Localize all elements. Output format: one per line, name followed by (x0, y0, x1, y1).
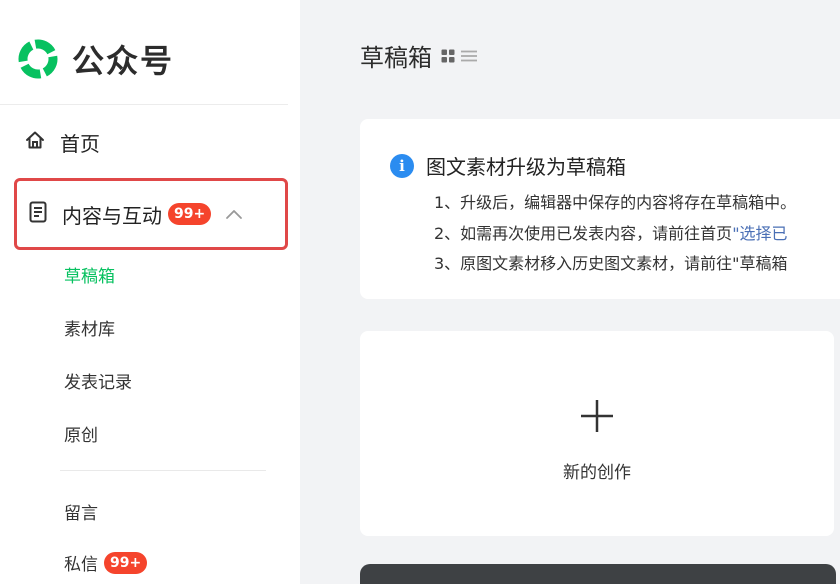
sidebar-item-label: 私信 (64, 555, 98, 575)
notice-line: 1、升级后，编辑器中保存的内容将存在草稿箱中。 (434, 193, 797, 212)
sidebar-subitem-comments[interactable]: 留言 (64, 499, 98, 524)
sidebar-item-content-interaction[interactable]: 内容与互动 99+ (14, 178, 288, 250)
app-name: 公众号 (72, 42, 175, 80)
new-creation-label: 新的创作 (563, 463, 631, 483)
document-icon (28, 201, 48, 227)
page-header: 草稿箱 (360, 38, 478, 73)
grid-view-icon[interactable] (440, 48, 456, 64)
notice-header: i 图文素材升级为草稿箱 (390, 151, 626, 180)
sidebar: 公众号 首页 内容与互动 99+ 草稿箱 素材库 发表记录 原创 留言 私信 9… (0, 0, 300, 584)
sidebar-subitem-publish-records[interactable]: 发表记录 (64, 368, 132, 393)
sidebar-divider (60, 470, 266, 471)
select-published-link[interactable]: "选择已 (732, 224, 787, 243)
notice-title: 图文素材升级为草稿箱 (426, 155, 626, 179)
count-badge: 99+ (168, 203, 212, 225)
count-badge: 99+ (104, 551, 148, 574)
info-icon: i (390, 153, 414, 178)
article-card[interactable] (360, 564, 836, 584)
notice-line: 3、原图文素材移入历史图文素材，请前往"草稿箱 (434, 254, 788, 273)
sidebar-subitem-material-library[interactable]: 素材库 (64, 315, 115, 340)
page-title: 草稿箱 (360, 44, 432, 72)
sidebar-subitem-drafts[interactable]: 草稿箱 (64, 262, 115, 287)
logo[interactable]: 公众号 (16, 36, 174, 82)
sidebar-item-label: 首页 (60, 131, 100, 156)
list-view-icon[interactable] (460, 48, 478, 64)
sidebar-subitem-messages[interactable]: 私信 99+ (64, 550, 148, 575)
wechat-official-logo-icon (16, 37, 60, 81)
view-toggle (440, 48, 478, 64)
sidebar-item-label: 内容与互动 (62, 203, 162, 228)
plus-icon (579, 398, 615, 438)
sidebar-divider (0, 104, 288, 105)
upgrade-notice-card: i 图文素材升级为草稿箱 1、升级后，编辑器中保存的内容将存在草稿箱中。 2、如… (360, 119, 840, 299)
chevron-up-icon[interactable] (225, 205, 243, 224)
new-creation-card[interactable]: 新的创作 (360, 331, 834, 536)
notice-line: 2、如需再次使用已发表内容，请前往首页"选择已 (434, 224, 788, 243)
home-icon (24, 129, 46, 155)
sidebar-item-home[interactable]: 首页 (24, 124, 100, 160)
sidebar-subitem-original[interactable]: 原创 (64, 421, 98, 446)
